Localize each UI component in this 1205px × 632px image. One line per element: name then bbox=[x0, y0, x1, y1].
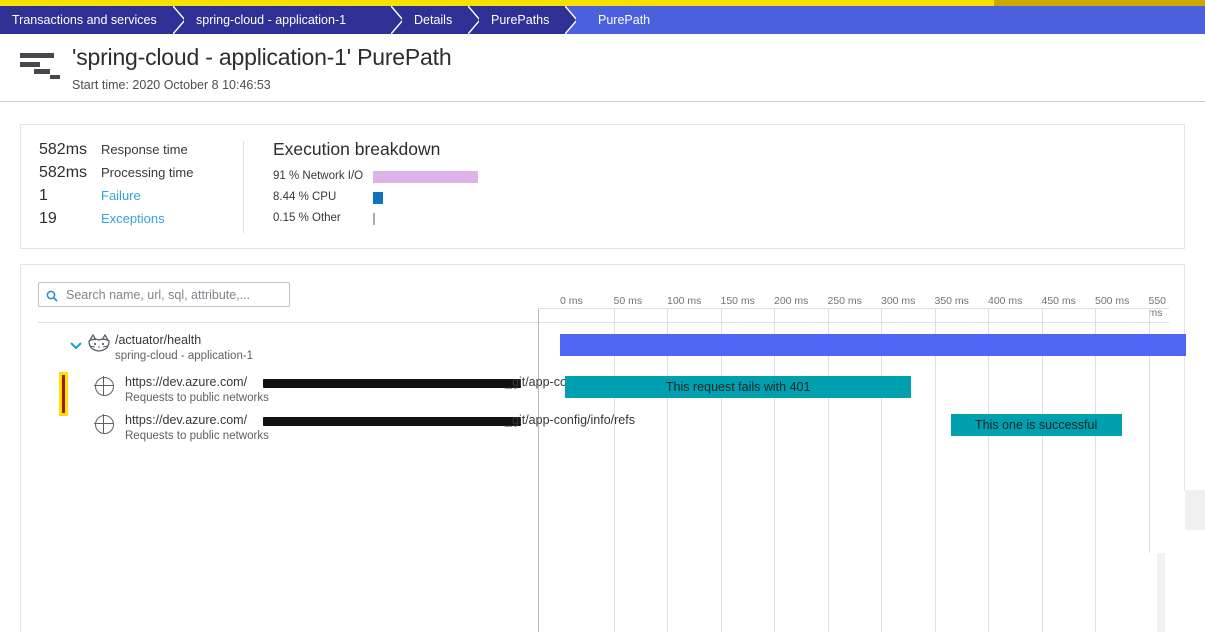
timeline-gridline-3 bbox=[721, 308, 722, 632]
timeline-gridline-6 bbox=[881, 308, 882, 632]
page-title-block: 'spring-cloud - application-1' PurePath … bbox=[0, 34, 1205, 102]
metric-row-1: 582msProcessing time bbox=[39, 164, 239, 187]
search-box[interactable] bbox=[38, 282, 290, 307]
breadcrumb-item-label: spring-cloud - application-1 bbox=[184, 13, 352, 27]
metric-value: 1 bbox=[39, 187, 101, 205]
timeline-tick-7: 350 ms bbox=[935, 295, 969, 307]
metric-label[interactable]: Exceptions bbox=[101, 211, 165, 226]
panel-edge bbox=[1157, 553, 1165, 632]
breadcrumb-item-4[interactable]: PurePath bbox=[576, 6, 1205, 34]
timeline-tick-10: 500 ms bbox=[1095, 295, 1129, 307]
row-title[interactable]: https://dev.azure.com/_git/app-config/in… bbox=[125, 413, 635, 427]
row-subtitle: Requests to public networks bbox=[125, 430, 269, 442]
timeline-tick-1: 50 ms bbox=[614, 295, 643, 307]
execution-breakdown-title: Execution breakdown bbox=[273, 139, 440, 160]
breakdown-bar-2 bbox=[373, 213, 375, 225]
purepath-icon bbox=[20, 51, 68, 79]
timeline-gridline-2 bbox=[667, 308, 668, 632]
metric-label[interactable]: Failure bbox=[101, 188, 141, 203]
right-panel-top-block bbox=[1185, 490, 1205, 530]
waterfall-bar-1[interactable]: This request fails with 401 bbox=[565, 376, 911, 398]
metric-row-0: 582msResponse time bbox=[39, 141, 239, 164]
error-marker bbox=[59, 372, 68, 416]
timeline-gridline-8 bbox=[988, 308, 989, 632]
timeline-tick-9: 450 ms bbox=[1042, 295, 1076, 307]
breadcrumb-item-3[interactable]: PurePaths bbox=[479, 6, 576, 34]
service-icon bbox=[87, 334, 113, 354]
metric-value: 582ms bbox=[39, 164, 101, 182]
row-subtitle: spring-cloud - application-1 bbox=[115, 350, 253, 362]
header-divider bbox=[38, 322, 1169, 323]
breakdown-bar-1 bbox=[373, 192, 383, 204]
breadcrumb: Transactions and services spring-cloud - … bbox=[0, 6, 1205, 34]
breakdown-label-0: 91 % Network I/O bbox=[273, 170, 363, 182]
globe-icon bbox=[95, 377, 114, 396]
timeline-ruler-baseline bbox=[538, 308, 1169, 309]
timeline-tick-4: 200 ms bbox=[774, 295, 808, 307]
row-title[interactable]: /actuator/health bbox=[115, 333, 201, 347]
timeline-gridline-5 bbox=[828, 308, 829, 632]
search-icon bbox=[46, 289, 58, 301]
breadcrumb-item-label: Transactions and services bbox=[0, 13, 163, 27]
page-start-time: Start time: 2020 October 8 10:46:53 bbox=[72, 78, 271, 92]
breadcrumb-item-0[interactable]: Transactions and services bbox=[0, 6, 184, 34]
breadcrumb-item-label: PurePaths bbox=[479, 13, 555, 27]
breadcrumb-item-label: PurePath bbox=[576, 13, 656, 27]
purepath-page: Transactions and services spring-cloud - … bbox=[0, 0, 1205, 632]
metric-value: 19 bbox=[39, 210, 101, 228]
globe-icon bbox=[95, 415, 114, 434]
breakdown-label-2: 0.15 % Other bbox=[273, 212, 341, 224]
breakdown-bar-0 bbox=[373, 171, 478, 183]
breadcrumb-item-label: Details bbox=[402, 13, 458, 27]
waterfall-bar-2[interactable]: This one is successful bbox=[951, 414, 1122, 436]
timeline-gridline-10 bbox=[1095, 308, 1096, 632]
row-title-suffix: _git/app-config/info/refs bbox=[505, 413, 635, 427]
metric-row-3[interactable]: 19Exceptions bbox=[39, 210, 239, 233]
timeline-separator bbox=[538, 308, 539, 632]
timeline-tick-8: 400 ms bbox=[988, 295, 1022, 307]
timeline-tick-3: 150 ms bbox=[721, 295, 755, 307]
search-input[interactable] bbox=[64, 287, 269, 303]
waterfall-card: 0 ms 50 ms 100 ms 150 ms 200 ms 250 ms 300 ms 3… bbox=[20, 264, 1185, 632]
timeline-gridline-1 bbox=[614, 308, 615, 632]
metrics-list: 582msResponse time582msProcessing time1F… bbox=[39, 141, 239, 233]
breadcrumb-item-1[interactable]: spring-cloud - application-1 bbox=[184, 6, 402, 34]
metric-row-2[interactable]: 1Failure bbox=[39, 187, 239, 210]
metric-label: Processing time bbox=[101, 165, 193, 180]
timeline-tick-11: 550 ms bbox=[1149, 295, 1170, 319]
timeline-gridline-7 bbox=[935, 308, 936, 632]
timeline-tick-6: 300 ms bbox=[881, 295, 915, 307]
timeline-tick-0: 0 ms bbox=[560, 295, 583, 307]
timeline-tick-2: 100 ms bbox=[667, 295, 701, 307]
row-subtitle: Requests to public networks bbox=[125, 392, 269, 404]
waterfall-bar-label: This one is successful bbox=[975, 418, 1097, 432]
waterfall-bar-0[interactable] bbox=[560, 334, 1186, 356]
metric-value: 582ms bbox=[39, 141, 101, 159]
divider bbox=[243, 141, 244, 233]
timeline-tick-5: 250 ms bbox=[828, 295, 862, 307]
timeline-gridline-4 bbox=[774, 308, 775, 632]
waterfall-bar-label: This request fails with 401 bbox=[666, 380, 811, 394]
chevron-down-icon[interactable] bbox=[69, 338, 83, 352]
timeline-gridline-9 bbox=[1042, 308, 1043, 632]
page-title: 'spring-cloud - application-1' PurePath bbox=[72, 44, 451, 71]
panel-gap bbox=[1148, 553, 1157, 632]
summary-card: 582msResponse time582msProcessing time1F… bbox=[20, 124, 1185, 249]
breakdown-label-1: 8.44 % CPU bbox=[273, 191, 336, 203]
row-title[interactable]: https://dev.azure.com/_git/app-config/in… bbox=[125, 375, 635, 389]
metric-label: Response time bbox=[101, 142, 188, 157]
